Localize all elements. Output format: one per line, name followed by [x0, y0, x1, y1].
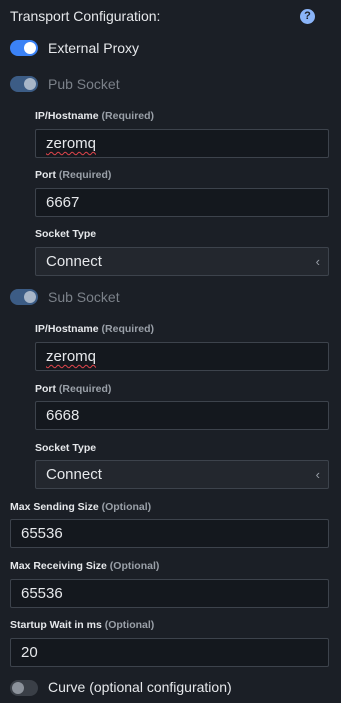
max-receiving-size-input[interactable]: 65536 [10, 579, 329, 608]
pub-port-label: Port (Required) [35, 169, 112, 181]
max-sending-size-input[interactable]: 65536 [10, 519, 329, 548]
max-receiving-size-label: Max Receiving Size (Optional) [10, 560, 160, 572]
curve-label: Curve (optional configuration) [48, 679, 232, 695]
pub-ip-label: IP/Hostname (Required) [35, 110, 155, 122]
sub-port-input[interactable]: 6668 [35, 401, 329, 430]
sub-socket-toggle[interactable] [10, 289, 38, 305]
sub-socket-type-label: Socket Type [35, 442, 97, 454]
pub-socket-type-label: Socket Type [35, 228, 97, 240]
pub-socket-label: Pub Socket [48, 76, 120, 92]
external-proxy-toggle[interactable] [10, 40, 38, 56]
sub-port-label: Port (Required) [35, 383, 112, 395]
pub-port-input[interactable]: 6667 [35, 188, 329, 217]
sub-socket-type-select[interactable]: Connect ‹ [35, 460, 329, 489]
sub-socket-label: Sub Socket [48, 289, 120, 305]
sub-ip-label: IP/Hostname (Required) [35, 323, 155, 335]
max-sending-size-label: Max Sending Size (Optional) [10, 501, 152, 513]
startup-wait-label: Startup Wait in ms (Optional) [10, 619, 155, 631]
pub-socket-type-select[interactable]: Connect ‹ [35, 247, 329, 276]
startup-wait-input[interactable]: 20 [10, 638, 329, 667]
pub-socket-toggle[interactable] [10, 76, 38, 92]
help-icon[interactable]: ? [300, 9, 315, 24]
section-heading: Transport Configuration: [10, 8, 161, 24]
sub-ip-input[interactable]: zeromq [35, 342, 329, 371]
chevron-left-icon: ‹ [315, 467, 320, 482]
chevron-left-icon: ‹ [315, 254, 320, 269]
external-proxy-label: External Proxy [48, 40, 140, 56]
curve-toggle[interactable] [10, 680, 38, 696]
pub-ip-input[interactable]: zeromq [35, 129, 329, 158]
